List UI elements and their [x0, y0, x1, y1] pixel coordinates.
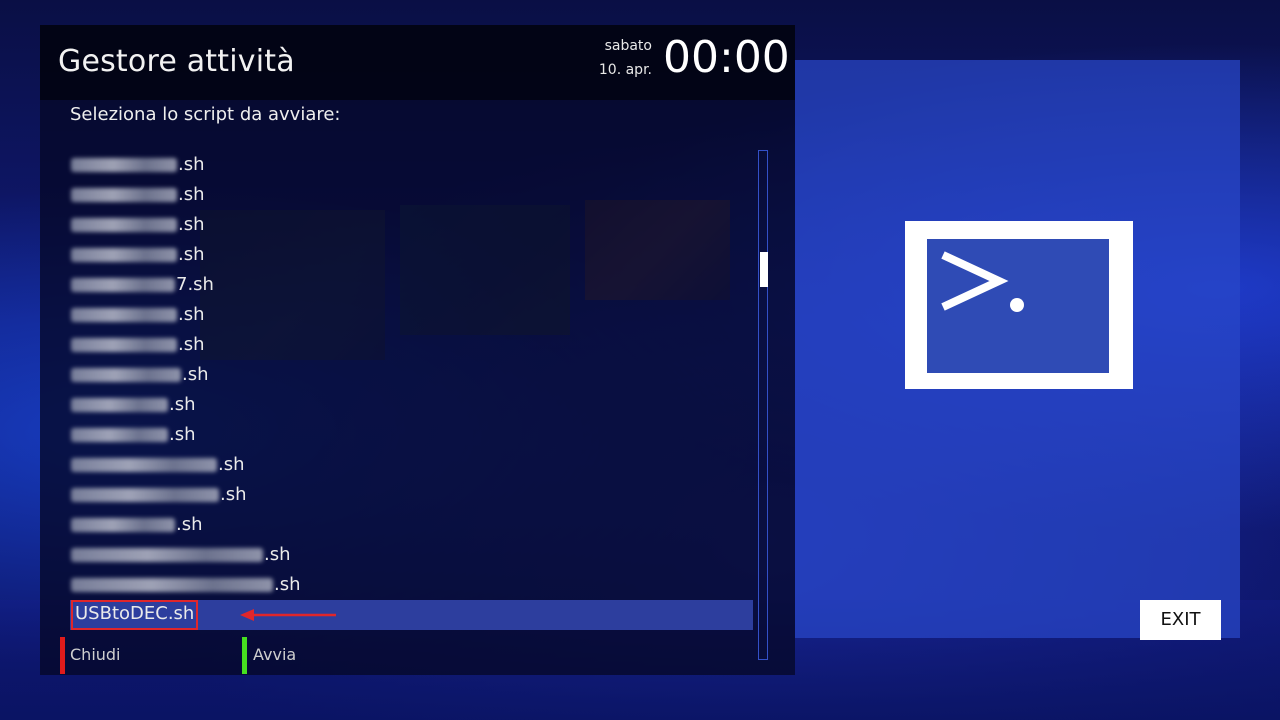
blurred-filename: [71, 218, 177, 232]
blurred-filename: [71, 188, 177, 202]
script-item[interactable]: .sh: [40, 480, 755, 510]
blurred-filename: [71, 488, 219, 502]
blurred-filename: [71, 368, 181, 382]
blurred-filename: [71, 518, 175, 532]
selected-script-label: USBtoDEC.sh: [71, 600, 199, 630]
script-item[interactable]: 7.sh: [40, 270, 755, 300]
red-key-indicator: [60, 637, 65, 674]
red-arrow-icon: [240, 609, 336, 621]
blurred-filename: [71, 158, 177, 172]
script-item[interactable]: .sh: [40, 540, 755, 570]
script-item[interactable]: .sh: [40, 240, 755, 270]
blurred-filename: [71, 308, 177, 322]
page-title: Gestore attività: [58, 44, 295, 79]
terminal-icon: [905, 221, 1133, 389]
prompt-label: Seleziona lo script da avviare:: [70, 104, 341, 125]
scrollbar-track[interactable]: [758, 150, 768, 660]
script-list: .sh .sh .sh .sh 7.sh .sh .sh .sh .sh .sh…: [40, 150, 755, 630]
script-item[interactable]: .sh: [40, 390, 755, 420]
blurred-filename: [71, 338, 177, 352]
script-item[interactable]: .sh: [40, 150, 755, 180]
script-item[interactable]: .sh: [40, 360, 755, 390]
day-label: sabato: [604, 38, 652, 54]
script-item[interactable]: .sh: [40, 300, 755, 330]
start-button[interactable]: Avvia: [253, 645, 296, 664]
blurred-filename: [71, 248, 177, 262]
blurred-filename: [71, 458, 217, 472]
script-item-selected[interactable]: USBtoDEC.sh: [70, 600, 753, 630]
script-item[interactable]: .sh: [40, 420, 755, 450]
script-item[interactable]: .sh: [40, 570, 755, 600]
close-button[interactable]: Chiudi: [70, 645, 121, 664]
blurred-filename: [71, 278, 175, 292]
blurred-filename: [71, 398, 168, 412]
date-label: 10. apr.: [598, 62, 652, 78]
script-item[interactable]: .sh: [40, 510, 755, 540]
exit-button[interactable]: EXIT: [1140, 600, 1221, 640]
script-item[interactable]: .sh: [40, 210, 755, 240]
script-item[interactable]: .sh: [40, 330, 755, 360]
blurred-filename: [71, 428, 168, 442]
script-item[interactable]: .sh: [40, 450, 755, 480]
green-key-indicator: [242, 637, 247, 674]
blurred-filename: [71, 548, 263, 562]
scrollbar-thumb[interactable]: [760, 252, 768, 287]
script-item[interactable]: .sh: [40, 180, 755, 210]
blurred-filename: [71, 578, 273, 592]
clock: 00:00: [663, 32, 790, 83]
